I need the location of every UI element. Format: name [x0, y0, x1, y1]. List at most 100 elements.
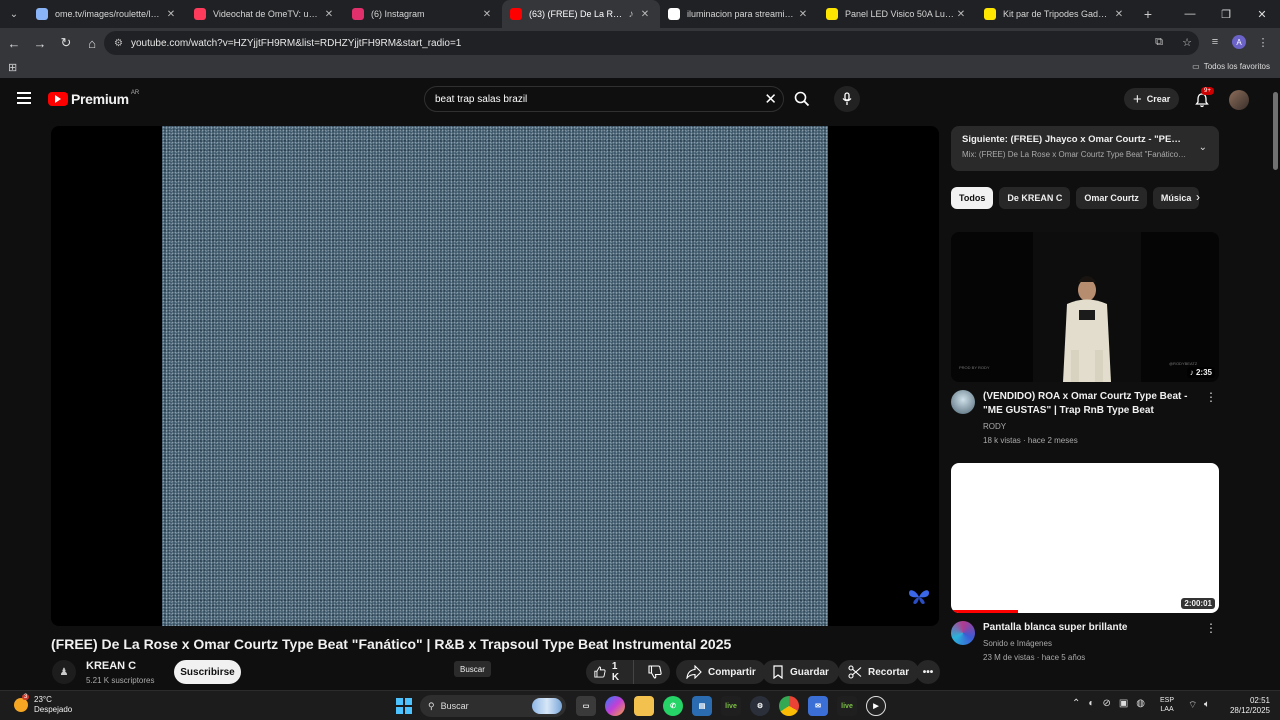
install-app-icon[interactable]: ⧉: [1148, 31, 1170, 53]
apps-grid-icon[interactable]: ⊞: [8, 61, 17, 74]
whatsapp-icon[interactable]: ✆: [663, 696, 683, 716]
steam-icon[interactable]: ⚙: [750, 696, 770, 716]
up-next-card[interactable]: Siguiente: (FREE) Jhayco x Omar Courtz -…: [951, 126, 1219, 171]
browser-tab[interactable]: Videochat de OmeTV: una alter✕: [186, 0, 344, 28]
file-explorer-icon[interactable]: [634, 696, 654, 716]
tray-app-2-icon[interactable]: ▣: [1119, 698, 1128, 709]
voice-search-button[interactable]: [834, 86, 860, 112]
browser-tab[interactable]: iluminacion para streaming - B✕: [660, 0, 818, 28]
chrome-icon[interactable]: [779, 696, 799, 716]
scrollbar-thumb[interactable]: [1273, 92, 1278, 170]
recommendation-channel[interactable]: RODY: [983, 422, 1006, 431]
live-app-icon[interactable]: live: [721, 696, 741, 716]
menu-icon[interactable]: [17, 92, 31, 104]
tray-mute-icon[interactable]: ⊘: [1102, 698, 1110, 709]
clear-search-icon[interactable]: ✕: [764, 90, 777, 108]
volume-icon[interactable]: 🔈︎: [1204, 699, 1210, 710]
channel-name[interactable]: KREAN C: [86, 660, 136, 672]
channel-avatar[interactable]: [951, 621, 975, 645]
channel-avatar[interactable]: ♟: [52, 660, 76, 684]
clip-button[interactable]: Recortar: [838, 660, 920, 684]
video-thumbnail[interactable]: PROD BY RODY @RODYBEATZ ♪ 2:35: [951, 232, 1219, 382]
wifi-icon[interactable]: ⌔: [1188, 699, 1197, 712]
home-icon[interactable]: ⌂: [80, 31, 104, 55]
subscribe-button[interactable]: Suscribirse: [174, 660, 241, 684]
tray-app-icon[interactable]: ◐: [1088, 698, 1094, 709]
share-button[interactable]: Compartir: [676, 660, 766, 684]
youtube-logo[interactable]: Premium AR: [48, 90, 139, 107]
bookmark-star-icon[interactable]: ☆: [1176, 31, 1198, 53]
tray-chevron-icon[interactable]: ⌃: [1072, 698, 1080, 709]
account-avatar[interactable]: [1229, 90, 1249, 110]
recommendation-channel[interactable]: Sonido e Imágenes: [983, 639, 1052, 648]
taskbar-search-box[interactable]: ⚲ Buscar: [420, 695, 566, 717]
forward-icon[interactable]: →: [28, 31, 52, 55]
chip-artist[interactable]: Omar Courtz: [1076, 187, 1147, 209]
browser-tab[interactable]: (6) Instagram ✕: [344, 0, 502, 28]
close-window-icon[interactable]: ✕: [1244, 0, 1280, 28]
chip-channel[interactable]: De KREAN C: [999, 187, 1071, 209]
more-vertical-icon[interactable]: ⋮: [1205, 390, 1217, 404]
live-app-2-icon[interactable]: live: [837, 696, 857, 716]
media-player-icon[interactable]: ▶: [866, 696, 886, 716]
browser-tab[interactable]: Kit par de Tripodes Gadnic Sof✕: [976, 0, 1134, 28]
search-button[interactable]: [784, 86, 820, 112]
weather-condition: Despejado: [34, 705, 73, 714]
tab-close-icon[interactable]: ✕: [1112, 9, 1126, 20]
back-icon[interactable]: ←: [2, 31, 26, 55]
minimize-icon[interactable]: —: [1172, 0, 1208, 28]
thumb-credit-right: @RODYBEATZ: [1169, 361, 1198, 366]
more-actions-button[interactable]: •••: [916, 660, 940, 684]
tab-close-icon[interactable]: ✕: [638, 9, 652, 20]
create-button[interactable]: + Crear: [1124, 88, 1180, 110]
input-language[interactable]: ESP LAA: [1160, 696, 1174, 714]
chevron-right-icon[interactable]: ›: [1196, 190, 1200, 204]
recommendation-title[interactable]: (VENDIDO) ROA x Omar Courtz Type Beat - …: [983, 390, 1205, 418]
app-window-icon[interactable]: ▤: [692, 696, 712, 716]
recommendation-item[interactable]: PROD BY RODY @RODYBEATZ ♪ 2:35 (VENDIDO)…: [951, 232, 1219, 448]
all-bookmarks-button[interactable]: ▭ Todos los favoritos: [1192, 62, 1270, 71]
chip-todos[interactable]: Todos: [951, 187, 994, 209]
clock[interactable]: 02:51 28/12/2025: [1226, 696, 1270, 716]
reload-icon[interactable]: ↻: [54, 31, 78, 55]
search-input[interactable]: beat trap salas brazil ✕: [424, 86, 784, 112]
tab-close-icon[interactable]: ✕: [954, 9, 968, 20]
weather-widget[interactable]: 3 23°C Despejado: [14, 694, 73, 715]
recommendation-title[interactable]: Pantalla blanca super brillante: [983, 621, 1205, 635]
url-bar[interactable]: ⚙ youtube.com/watch?v=HZYjjtFH9RM&list=R…: [104, 31, 1199, 55]
tab-close-icon[interactable]: ✕: [322, 9, 336, 20]
channel-avatar[interactable]: [951, 390, 975, 414]
duration-badge: 2:00:01: [1181, 598, 1215, 609]
browser-tab[interactable]: (63) (FREE) De La Rose x Om♪✕: [502, 0, 660, 28]
windows-start-icon[interactable]: [396, 698, 412, 714]
notifications-button[interactable]: 9+: [1192, 87, 1214, 110]
save-button[interactable]: Guardar: [762, 660, 839, 684]
maximize-icon[interactable]: ❐: [1208, 0, 1244, 28]
profile-avatar[interactable]: A: [1232, 35, 1246, 49]
tab-search-icon[interactable]: ⌄: [0, 0, 28, 28]
chip-music[interactable]: Música: [1152, 187, 1200, 209]
video-thumbnail[interactable]: 2:00:01: [951, 463, 1219, 613]
media-controls-icon[interactable]: ≡: [1204, 31, 1226, 53]
browser-tab[interactable]: ome.tv/images/roulette/logo_v ✕: [28, 0, 186, 28]
dislike-button[interactable]: [640, 660, 670, 684]
site-info-icon[interactable]: ⚙: [114, 38, 123, 49]
recommendation-item[interactable]: 2:00:01 Pantalla blanca super brillante …: [951, 463, 1219, 673]
task-view-icon[interactable]: ▭: [576, 696, 596, 716]
tray-app-3-icon[interactable]: ◍: [1136, 698, 1145, 709]
chrome-menu-icon[interactable]: ⋮: [1252, 31, 1274, 53]
tab-close-icon[interactable]: ✕: [164, 9, 178, 20]
new-tab-button[interactable]: +: [1134, 6, 1162, 22]
more-vertical-icon[interactable]: ⋮: [1205, 621, 1217, 635]
mail-icon[interactable]: ✉: [808, 696, 828, 716]
tab-close-icon[interactable]: ✕: [480, 9, 494, 20]
copilot-icon[interactable]: [605, 696, 625, 716]
tab-close-icon[interactable]: ✕: [796, 9, 810, 20]
tab-audio-icon[interactable]: ♪: [624, 9, 638, 20]
page-scrollbar[interactable]: [1270, 82, 1280, 690]
video-frame[interactable]: [162, 126, 828, 626]
like-button[interactable]: 1 K: [586, 660, 634, 684]
chevron-down-icon[interactable]: ⌄: [1199, 142, 1207, 153]
video-player[interactable]: [51, 126, 939, 626]
browser-tab[interactable]: Panel LED Visico 50A Luz Cálid✕: [818, 0, 976, 28]
